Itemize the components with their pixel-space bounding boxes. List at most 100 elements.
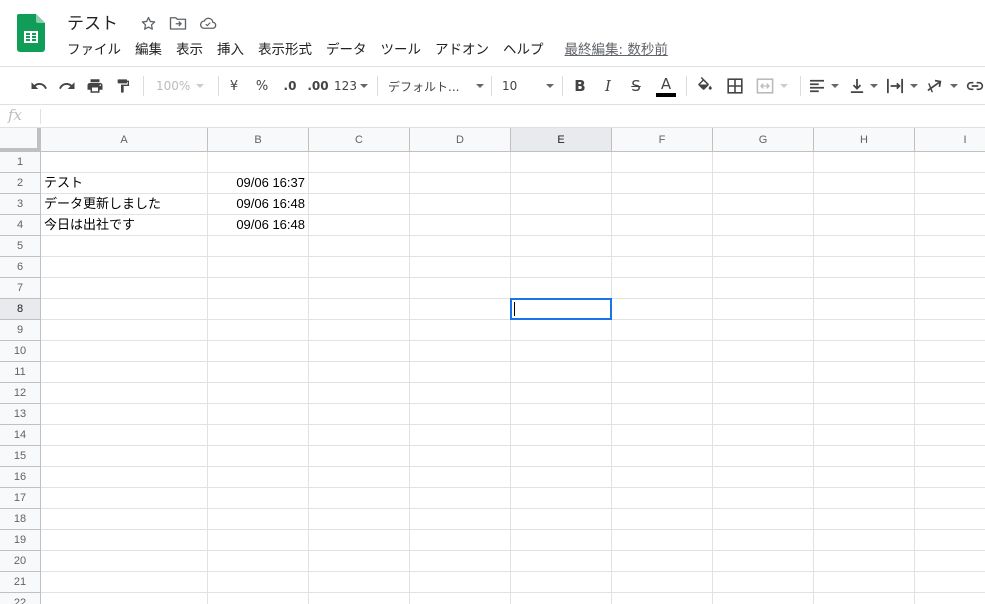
document-title[interactable]: テスト — [67, 9, 118, 34]
row-header-2[interactable]: 2 — [0, 173, 41, 194]
sheets-logo-icon[interactable] — [17, 14, 45, 52]
cell-h19[interactable] — [814, 530, 915, 551]
cell-h10[interactable] — [814, 341, 915, 362]
cell-g11[interactable] — [713, 362, 814, 383]
cell-h7[interactable] — [814, 278, 915, 299]
cell-c9[interactable] — [309, 320, 410, 341]
cell-h1[interactable] — [814, 152, 915, 173]
cell-b3[interactable]: 09/06 16:48 — [208, 194, 309, 215]
cell-c12[interactable] — [309, 383, 410, 404]
cell-g3[interactable] — [713, 194, 814, 215]
cell-d8[interactable] — [410, 299, 511, 320]
cell-d18[interactable] — [410, 509, 511, 530]
cell-c2[interactable] — [309, 173, 410, 194]
cell-e14[interactable] — [511, 425, 612, 446]
cell-d5[interactable] — [410, 236, 511, 257]
insert-link-icon[interactable] — [966, 71, 985, 101]
cell-c11[interactable] — [309, 362, 410, 383]
cell-f12[interactable] — [612, 383, 713, 404]
cell-f4[interactable] — [612, 215, 713, 236]
cell-g15[interactable] — [713, 446, 814, 467]
column-header-c[interactable]: C — [309, 128, 410, 152]
cell-e7[interactable] — [511, 278, 612, 299]
cell-f19[interactable] — [612, 530, 713, 551]
menu-format[interactable]: 表示形式 — [251, 39, 319, 61]
cell-f2[interactable] — [612, 173, 713, 194]
cell-i3[interactable] — [915, 194, 985, 215]
cell-f18[interactable] — [612, 509, 713, 530]
cell-i11[interactable] — [915, 362, 985, 383]
cell-h17[interactable] — [814, 488, 915, 509]
cell-a10[interactable] — [41, 341, 208, 362]
percent-format-button[interactable]: % — [252, 71, 272, 101]
row-header-15[interactable]: 15 — [0, 446, 41, 467]
cell-d21[interactable] — [410, 572, 511, 593]
cell-b10[interactable] — [208, 341, 309, 362]
cell-b15[interactable] — [208, 446, 309, 467]
cell-h16[interactable] — [814, 467, 915, 488]
cell-h13[interactable] — [814, 404, 915, 425]
cell-i19[interactable] — [915, 530, 985, 551]
cell-g13[interactable] — [713, 404, 814, 425]
cell-e12[interactable] — [511, 383, 612, 404]
cell-a19[interactable] — [41, 530, 208, 551]
row-header-18[interactable]: 18 — [0, 509, 41, 530]
cell-i15[interactable] — [915, 446, 985, 467]
cell-c15[interactable] — [309, 446, 410, 467]
cell-e5[interactable] — [511, 236, 612, 257]
menu-edit[interactable]: 編集 — [128, 39, 169, 61]
cell-e2[interactable] — [511, 173, 612, 194]
cell-a11[interactable] — [41, 362, 208, 383]
cell-a13[interactable] — [41, 404, 208, 425]
cell-e16[interactable] — [511, 467, 612, 488]
currency-format-button[interactable]: ¥ — [224, 71, 244, 101]
cell-c22[interactable] — [309, 593, 410, 604]
cell-a5[interactable] — [41, 236, 208, 257]
paint-format-icon[interactable] — [112, 71, 134, 101]
cell-d9[interactable] — [410, 320, 511, 341]
cell-e4[interactable] — [511, 215, 612, 236]
row-header-10[interactable]: 10 — [0, 341, 41, 362]
cell-d6[interactable] — [410, 257, 511, 278]
cell-i1[interactable] — [915, 152, 985, 173]
cell-a4[interactable]: 今日は出社です — [41, 215, 208, 236]
cell-d3[interactable] — [410, 194, 511, 215]
row-header-22[interactable]: 22 — [0, 593, 41, 604]
cell-i21[interactable] — [915, 572, 985, 593]
cell-h14[interactable] — [814, 425, 915, 446]
cell-g7[interactable] — [713, 278, 814, 299]
cell-i8[interactable] — [915, 299, 985, 320]
cell-c18[interactable] — [309, 509, 410, 530]
cell-i5[interactable] — [915, 236, 985, 257]
cell-i4[interactable] — [915, 215, 985, 236]
cell-h22[interactable] — [814, 593, 915, 604]
cell-i16[interactable] — [915, 467, 985, 488]
star-icon[interactable] — [138, 13, 158, 33]
cell-f21[interactable] — [612, 572, 713, 593]
cell-g18[interactable] — [713, 509, 814, 530]
cell-d4[interactable] — [410, 215, 511, 236]
cell-c21[interactable] — [309, 572, 410, 593]
cell-i7[interactable] — [915, 278, 985, 299]
cell-f7[interactable] — [612, 278, 713, 299]
cell-i6[interactable] — [915, 257, 985, 278]
row-header-7[interactable]: 7 — [0, 278, 41, 299]
move-to-folder-icon[interactable] — [168, 13, 188, 33]
text-rotation-dropdown[interactable] — [924, 71, 960, 101]
cell-i13[interactable] — [915, 404, 985, 425]
text-wrapping-dropdown[interactable] — [884, 71, 920, 101]
cell-g1[interactable] — [713, 152, 814, 173]
cell-c6[interactable] — [309, 257, 410, 278]
cell-b12[interactable] — [208, 383, 309, 404]
row-header-17[interactable]: 17 — [0, 488, 41, 509]
cell-h4[interactable] — [814, 215, 915, 236]
cell-d11[interactable] — [410, 362, 511, 383]
cell-e21[interactable] — [511, 572, 612, 593]
cell-h8[interactable] — [814, 299, 915, 320]
cell-b19[interactable] — [208, 530, 309, 551]
cell-c19[interactable] — [309, 530, 410, 551]
cell-b22[interactable] — [208, 593, 309, 604]
cell-a21[interactable] — [41, 572, 208, 593]
row-header-21[interactable]: 21 — [0, 572, 41, 593]
cell-a22[interactable] — [41, 593, 208, 604]
